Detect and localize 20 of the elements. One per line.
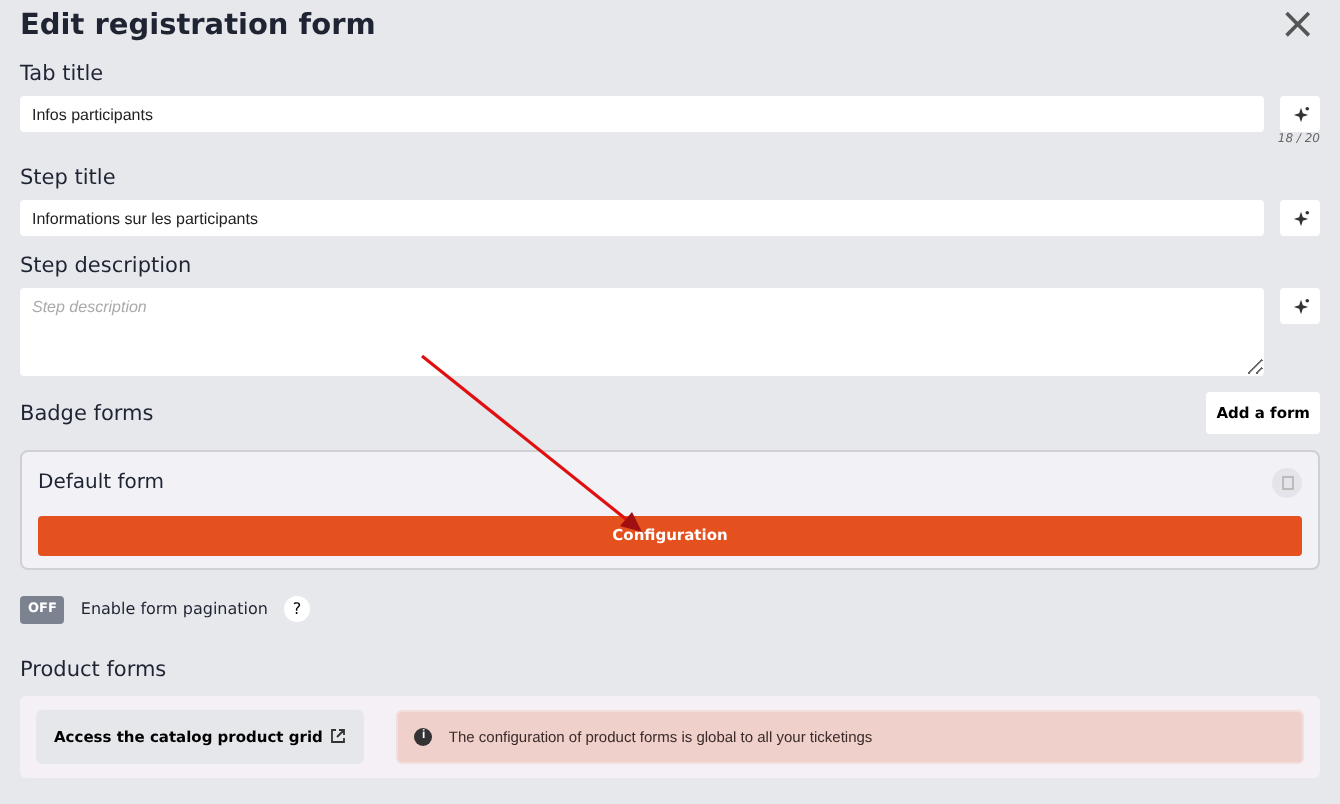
text-field[interactable]: Infos participants	[20, 96, 1264, 132]
dialog-title: Edit registration form	[20, 8, 376, 44]
ai-button[interactable]	[1280, 96, 1320, 132]
help-button[interactable]: ?	[283, 596, 310, 623]
sparkle-icon	[1291, 105, 1309, 123]
pagination-label: Enable form pagination	[80, 597, 268, 622]
section-title: Badge forms	[20, 399, 154, 428]
field-label: Step title	[20, 164, 118, 192]
section-title: Product forms	[20, 655, 169, 684]
external-link-icon	[330, 728, 347, 745]
sparkle-icon	[1291, 297, 1309, 315]
sparkle-icon	[1291, 209, 1309, 227]
ai-button[interactable]	[1280, 200, 1320, 236]
field-label: Step description	[20, 252, 194, 280]
close-button[interactable]: ×	[1275, 8, 1320, 44]
ai-button[interactable]	[1280, 288, 1320, 324]
text-field[interactable]: Informations sur les participants	[20, 200, 1264, 236]
field-label: Tab title	[20, 60, 106, 88]
form-name: Default form	[38, 470, 165, 499]
description-field[interactable]: Step description	[20, 288, 1264, 376]
